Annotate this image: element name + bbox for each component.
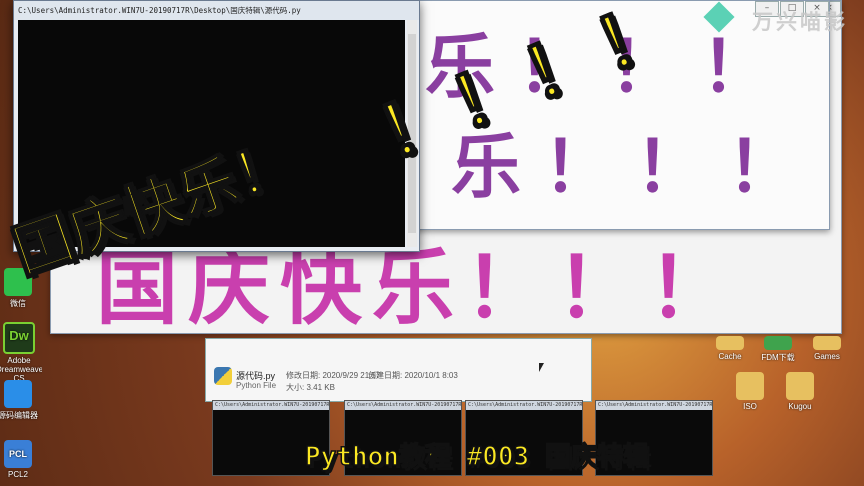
console-title: C:\Users\Administrator.WIN7U-20190717R\D… [14, 1, 419, 20]
desktop-icon-label: Kugou [788, 402, 812, 411]
python-file-icon [214, 367, 232, 385]
created-date: 创建日期: 2020/10/1 8:03 [368, 371, 458, 380]
explorer-details-pane: 源代码.py Python File 修改日期: 2020/9/29 21:57… [205, 338, 592, 402]
desktop-icon-pcl2[interactable]: PCL PCL2 [0, 440, 40, 479]
desktop-icon-label: 源码编辑器 [0, 411, 38, 420]
folder-icon [786, 372, 814, 400]
dreamweaver-icon: Dw [3, 322, 35, 354]
thumbnail-title: C:\Users\Administrator.WIN7U-20190717R\D… [213, 401, 329, 410]
desktop-icon-dreamweaver[interactable]: Dw Adobe Dreamweaver CS [0, 322, 42, 383]
watermark: 万兴喵影 [703, 1, 864, 42]
thumbnail-title: C:\Users\Administrator.WIN7U-20190717R\D… [345, 401, 461, 410]
desktop-icon-code-editor[interactable]: 源码编辑器 [0, 380, 40, 421]
file-type: Python File [236, 381, 277, 390]
code-editor-icon [4, 380, 32, 408]
desktop-icon-label: 微信 [10, 299, 26, 308]
desktop-screen: { "console": { "title": "C:\\Users\\Admi… [0, 0, 864, 486]
cursor-icon [539, 363, 544, 372]
thumbnail-title: C:\Users\Administrator.WIN7U-20190717R\D… [466, 401, 582, 410]
desktop-icon-iso[interactable]: ISO [728, 372, 772, 411]
desktop-icon-cache[interactable]: Cache [708, 336, 752, 361]
desktop-icon-label: Games [814, 352, 840, 361]
thumbnail-title: C:\Users\Administrator.WIN7U-20190717R\D… [596, 401, 712, 410]
desktop-icon-label: Cache [718, 352, 742, 361]
desktop-icon-games[interactable]: Games [805, 336, 849, 361]
watermark-logo-icon [703, 1, 735, 33]
desktop-icon-label: PCL2 [7, 470, 28, 479]
folder-icon [716, 336, 744, 350]
desktop-icon-fdm[interactable]: FDM下载 [756, 336, 800, 363]
desktop-icon-label: Adobe Dreamweaver CS [0, 356, 42, 383]
watermark-text: 万兴喵影 [752, 10, 848, 34]
pcl2-icon: PCL [4, 440, 32, 468]
folder-icon [813, 336, 841, 350]
modified-date: 修改日期: 2020/9/29 21:57 [286, 371, 381, 380]
fdm-icon [764, 336, 792, 350]
folder-icon [736, 372, 764, 400]
desktop-icon-label: ISO [743, 402, 757, 411]
file-size: 大小: 3.41 KB [286, 383, 335, 392]
video-caption: Python教程 #003 国庆特辑 [304, 441, 649, 473]
desktop-icon-label: FDM下载 [761, 353, 795, 362]
desktop-icon-kugou[interactable]: Kugou [778, 372, 822, 411]
